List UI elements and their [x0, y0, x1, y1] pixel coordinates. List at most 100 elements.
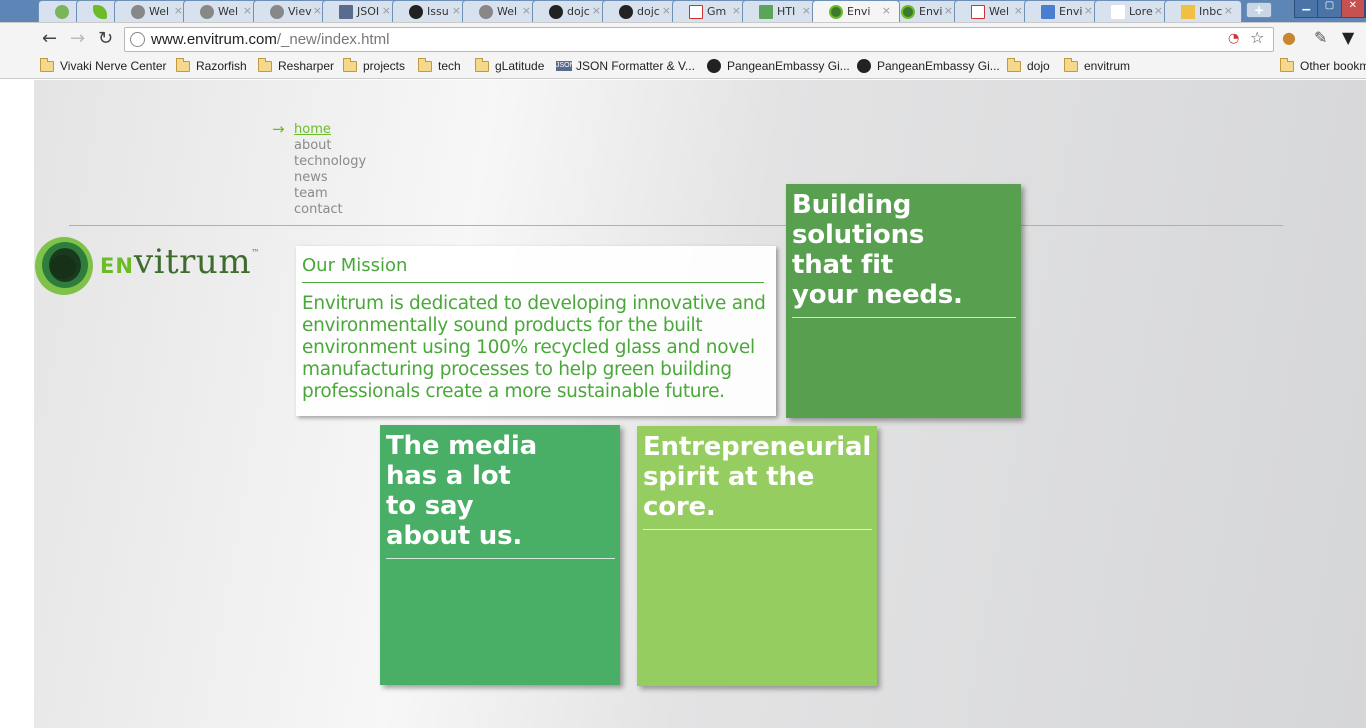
- nav-contact[interactable]: contact: [294, 202, 366, 218]
- nav-home[interactable]: home: [294, 122, 366, 138]
- globe-icon: [130, 32, 145, 47]
- envitrum-icon: [901, 4, 915, 19]
- bookmarks-bar: Vivaki Nerve Center Razorfish Resharper …: [0, 55, 1366, 79]
- close-icon[interactable]: ×: [592, 4, 601, 17]
- tab-9[interactable]: dojc ×: [602, 0, 680, 22]
- github-icon: [857, 59, 871, 73]
- tab-2[interactable]: Wel ×: [114, 0, 192, 22]
- maximize-icon[interactable]: ▢: [1318, 0, 1342, 17]
- github-icon: [707, 59, 721, 73]
- dojo-icon: [549, 4, 563, 19]
- tab-strip: Wel × Wel × Viev × JSOI × Issu × Wel × dojc × d…: [0, 0, 1366, 22]
- other-bookmarks[interactable]: Other bookm: [1280, 57, 1366, 73]
- new-tab-button[interactable]: +: [1246, 2, 1272, 18]
- cookie-icon[interactable]: ●: [1282, 28, 1296, 47]
- card-solutions[interactable]: Building solutions that fit your needs.: [786, 184, 1021, 418]
- bookmark-item[interactable]: Vivaki Nerve Center: [40, 57, 167, 73]
- tab-12[interactable]: Envi ×: [812, 0, 900, 22]
- folder-icon: [258, 57, 272, 72]
- folder-icon: [343, 57, 357, 72]
- back-arrow-icon[interactable]: ←: [42, 29, 57, 49]
- tab-4[interactable]: Viev ×: [253, 0, 331, 22]
- close-icon[interactable]: ×: [882, 4, 891, 17]
- close-icon[interactable]: ×: [382, 4, 391, 17]
- close-icon[interactable]: ×: [522, 4, 531, 17]
- bookmark-item[interactable]: PangeanEmbassy Gi...: [707, 59, 850, 73]
- bookmark-item[interactable]: envitrum: [1064, 57, 1130, 73]
- browser-toolbar: ← → ↻ www.envitrum.com/_new/index.html ◔…: [0, 22, 1366, 55]
- tab-10[interactable]: Gm ×: [672, 0, 750, 22]
- close-icon[interactable]: ×: [1154, 4, 1163, 17]
- tools-icon[interactable]: ✎: [1314, 28, 1327, 47]
- tab-favicon-icon: [55, 4, 69, 19]
- close-icon[interactable]: ×: [802, 4, 811, 17]
- card-headline: The media has a lot to say about us.: [386, 431, 615, 559]
- close-icon[interactable]: ×: [452, 4, 461, 17]
- globe-icon: [200, 4, 214, 19]
- page-action-icon[interactable]: ◔: [1228, 31, 1239, 46]
- nav-news[interactable]: news: [294, 170, 366, 186]
- close-icon[interactable]: ×: [1084, 4, 1093, 17]
- tab-6[interactable]: Issu ×: [392, 0, 470, 22]
- close-icon[interactable]: ×: [732, 4, 741, 17]
- tab-3[interactable]: Wel ×: [183, 0, 261, 22]
- tab-5[interactable]: JSOI ×: [322, 0, 400, 22]
- tab-14[interactable]: Wel ×: [954, 0, 1032, 22]
- logo-wordmark: ENvitrum™: [100, 242, 260, 282]
- close-icon[interactable]: ×: [313, 4, 322, 17]
- tab-7[interactable]: Wel ×: [462, 0, 540, 22]
- folder-icon: [1280, 57, 1294, 72]
- card-headline: Building solutions that fit your needs.: [792, 190, 1016, 318]
- tab-11[interactable]: HTI ×: [742, 0, 820, 22]
- bookmark-item[interactable]: PangeanEmbassy Gi...: [857, 59, 1000, 73]
- card-media[interactable]: The media has a lot to say about us.: [380, 425, 620, 685]
- html-icon: [759, 4, 773, 19]
- bookmark-item[interactable]: dojo: [1007, 57, 1050, 73]
- leaf-icon: [93, 4, 107, 19]
- reload-icon[interactable]: ↻: [98, 29, 113, 49]
- nav-team[interactable]: team: [294, 186, 366, 202]
- folder-icon: [1064, 57, 1078, 72]
- bookmark-item[interactable]: Razorfish: [176, 57, 247, 73]
- folder-icon: [176, 57, 190, 72]
- extension-icon[interactable]: ▼: [1342, 28, 1354, 47]
- site-logo[interactable]: ENvitrum™: [34, 236, 274, 296]
- bookmark-item[interactable]: tech: [418, 57, 461, 73]
- nav-arrow-icon: →: [272, 120, 285, 138]
- tab-16[interactable]: Lore ×: [1094, 0, 1172, 22]
- pdf-icon: [971, 4, 985, 19]
- close-icon[interactable]: ×: [944, 4, 953, 17]
- bookmark-item[interactable]: Resharper: [258, 57, 334, 73]
- bookmark-item[interactable]: gLatitude: [475, 57, 544, 73]
- folder-icon: [418, 57, 432, 72]
- mission-text: Envitrum is dedicated to developing inno…: [302, 293, 766, 402]
- close-icon[interactable]: ×: [1224, 4, 1233, 17]
- lorem-icon: [1111, 4, 1125, 19]
- envitrum-icon: [829, 4, 843, 19]
- folder-icon: [40, 57, 54, 72]
- nav-technology[interactable]: technology: [294, 154, 366, 170]
- folder-icon: [1007, 57, 1021, 72]
- bookmark-item[interactable]: projects: [343, 57, 405, 73]
- forward-arrow-icon[interactable]: →: [70, 29, 85, 49]
- address-bar[interactable]: www.envitrum.com/_new/index.html: [124, 27, 1274, 52]
- nav-about[interactable]: about: [294, 138, 366, 154]
- url-path: /_new/index.html: [276, 31, 390, 48]
- mail-icon: [1181, 4, 1195, 19]
- close-icon[interactable]: ×: [243, 4, 252, 17]
- header-divider: [69, 225, 1283, 226]
- close-icon[interactable]: ×: [662, 4, 671, 17]
- minimize-icon[interactable]: ▁: [1295, 0, 1319, 17]
- tab-8[interactable]: dojc ×: [532, 0, 610, 22]
- window-close-icon[interactable]: ✕: [1341, 0, 1365, 17]
- card-entrepreneurial[interactable]: Entrepreneurial spirit at the core.: [637, 426, 877, 686]
- gmail-icon: [689, 4, 703, 19]
- close-icon[interactable]: ×: [1014, 4, 1023, 17]
- bookmark-item[interactable]: JSON JSON Formatter & V...: [556, 59, 695, 73]
- globe-icon: [270, 4, 284, 19]
- folder-icon: [475, 57, 489, 72]
- close-icon[interactable]: ×: [174, 4, 183, 17]
- bookmark-star-icon[interactable]: ☆: [1250, 28, 1264, 47]
- tab-15[interactable]: Envi ×: [1024, 0, 1102, 22]
- tab-17[interactable]: Inbc ×: [1164, 0, 1242, 22]
